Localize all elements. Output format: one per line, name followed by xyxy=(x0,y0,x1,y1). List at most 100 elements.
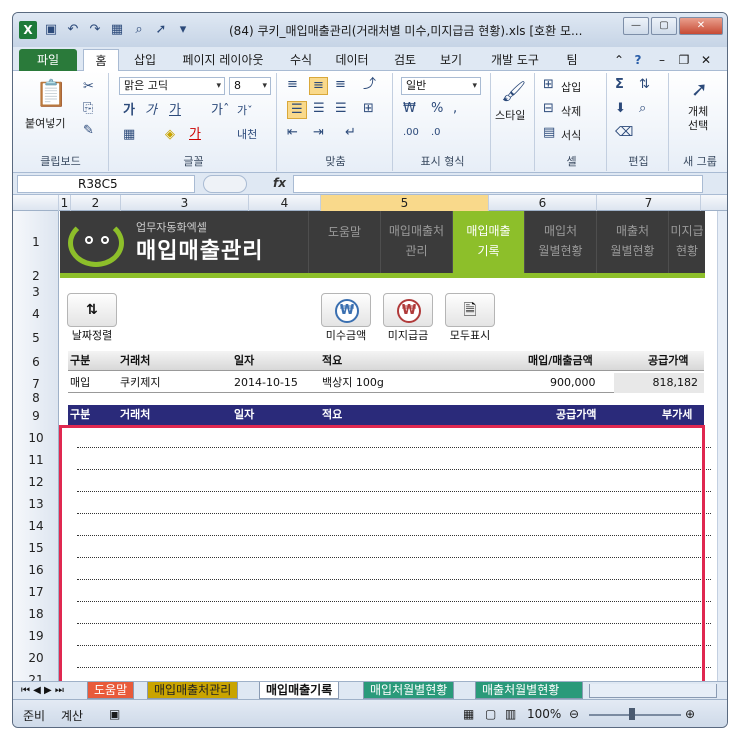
select-objects-icon[interactable]: ➚ xyxy=(691,77,708,101)
doc-restore-icon[interactable]: ❐ xyxy=(675,49,693,71)
doc-close-icon[interactable]: ✕ xyxy=(697,49,715,71)
row-header[interactable]: 16 xyxy=(13,563,59,577)
autosum-icon[interactable]: Σ xyxy=(615,77,624,93)
redo-icon[interactable]: ↷ xyxy=(87,22,103,38)
row-header[interactable]: 4 xyxy=(13,307,59,321)
zoom-slider-thumb[interactable] xyxy=(629,708,635,720)
entry-date[interactable]: 2014-10-15 xyxy=(234,373,298,393)
number-format-combo[interactable]: 일반 xyxy=(401,77,481,95)
entry-type[interactable]: 매입 xyxy=(70,373,90,393)
align-right-icon[interactable]: ☰ xyxy=(335,101,347,117)
entry-supply[interactable]: 818,182 xyxy=(614,373,704,393)
paste-icon[interactable]: 📋 xyxy=(35,79,67,109)
cut-icon[interactable]: ✂ xyxy=(83,79,94,95)
row-header[interactable]: 14 xyxy=(13,519,59,533)
fx-icon[interactable]: fx xyxy=(273,176,286,190)
date-sort-button[interactable]: ⇅ 날짜정렬 xyxy=(67,293,117,343)
vertical-scrollbar[interactable] xyxy=(717,211,727,681)
save-icon[interactable]: ▣ xyxy=(43,22,59,38)
select-all-corner[interactable] xyxy=(13,195,59,211)
column-header[interactable]: 3 xyxy=(121,195,249,211)
sheet-tab-help[interactable]: 도움말 xyxy=(87,682,135,699)
decrease-decimal-icon[interactable]: .0 xyxy=(431,125,441,141)
column-header[interactable]: 4 xyxy=(249,195,321,211)
fill-color-icon[interactable]: ◈ xyxy=(165,127,175,143)
row-header[interactable]: 5 xyxy=(13,331,59,345)
grow-font-icon[interactable]: 가ˆ xyxy=(211,103,229,119)
column-header[interactable]: 1 xyxy=(59,195,71,211)
font-color-icon[interactable]: 가 xyxy=(189,127,201,143)
paste-label[interactable]: 붙여넣기 xyxy=(25,115,65,131)
column-header[interactable]: 6 xyxy=(489,195,597,211)
copy-icon[interactable]: ⎘ xyxy=(83,101,93,117)
align-bottom-icon[interactable]: ≡ xyxy=(335,77,346,93)
tab-page-layout[interactable]: 페이지 레이아웃 xyxy=(171,49,275,71)
tab-file[interactable]: 파일 xyxy=(19,49,77,71)
status-calculate[interactable]: 계산 xyxy=(61,707,83,724)
clear-icon[interactable]: ⌫ xyxy=(615,125,633,141)
zoom-level[interactable]: 100% xyxy=(527,707,561,721)
align-left-icon[interactable]: ☰ xyxy=(287,101,307,119)
column-header[interactable]: 2 xyxy=(71,195,121,211)
row-header[interactable]: 19 xyxy=(13,629,59,643)
ribbon-collapse-icon[interactable]: ⌃ xyxy=(611,49,627,71)
sheet-tab-transaction-record[interactable]: 매입매출기록 xyxy=(259,682,340,699)
sheet-tab-client-management[interactable]: 매입매출처관리 xyxy=(147,682,239,699)
row-header[interactable]: 7 xyxy=(13,377,59,391)
row-header[interactable]: 8 xyxy=(13,391,59,405)
row-header[interactable]: 9 xyxy=(13,409,59,423)
accounting-icon[interactable]: ₩ xyxy=(403,101,416,117)
receivable-button[interactable]: ₩ 미수금액 xyxy=(321,293,371,343)
column-header[interactable]: 5 xyxy=(321,195,489,211)
excel-app-icon[interactable]: X xyxy=(19,21,37,39)
formula-input[interactable] xyxy=(293,175,703,193)
find-icon[interactable]: ⌕ xyxy=(639,101,646,117)
percent-icon[interactable]: % xyxy=(431,101,443,117)
entry-client[interactable]: 쿠키제지 xyxy=(120,373,160,393)
help-icon[interactable]: ? xyxy=(629,49,647,71)
sheet-nav-arrows-icon[interactable]: ⏮ ◀ ▶ ⏭ xyxy=(15,682,70,699)
row-header[interactable]: 17 xyxy=(13,585,59,599)
row-header[interactable]: 15 xyxy=(13,541,59,555)
tab-data[interactable]: 데이터 xyxy=(327,49,377,71)
increase-indent-icon[interactable]: ⇥ xyxy=(313,125,324,141)
border-icon[interactable]: ▦ xyxy=(123,127,135,143)
row-header[interactable]: 11 xyxy=(13,453,59,467)
tab-view[interactable]: 보기 xyxy=(431,49,471,71)
bold-icon[interactable]: 가 xyxy=(123,103,135,119)
doc-minimize-icon[interactable]: – xyxy=(653,49,671,71)
tab-insert[interactable]: 삽입 xyxy=(125,49,165,71)
nav-unpaid-status[interactable]: 미지급 현황 xyxy=(668,211,705,273)
row-header[interactable]: 2 xyxy=(13,269,59,283)
increase-decimal-icon[interactable]: .00 xyxy=(403,125,419,141)
print-preview-icon[interactable]: ⌕ xyxy=(131,22,147,38)
entry-memo[interactable]: 백상지 100g xyxy=(322,373,384,393)
tab-formulas[interactable]: 수식 xyxy=(281,49,321,71)
row-header[interactable]: 13 xyxy=(13,497,59,511)
delete-cells-label[interactable]: 삭제 xyxy=(561,103,581,119)
format-cells-label[interactable]: 서식 xyxy=(561,127,581,143)
page-layout-view-icon[interactable]: ▢ xyxy=(485,707,496,721)
phonetic-icon[interactable]: 내천 xyxy=(237,127,257,143)
tab-team[interactable]: 팀 xyxy=(557,49,587,71)
minimize-button[interactable]: — xyxy=(623,17,649,35)
sheet-tab-purchase-monthly[interactable]: 매입처월별현황 xyxy=(363,682,455,699)
row-header[interactable]: 6 xyxy=(13,355,59,369)
sort-filter-icon[interactable]: ⇅ xyxy=(639,77,650,93)
nav-sales-monthly[interactable]: 매출처 월별현황 xyxy=(596,211,668,273)
sheet-tab-sales-monthly[interactable]: 매출처월별현황 xyxy=(475,682,583,699)
merge-icon[interactable]: ⊞ xyxy=(363,101,374,117)
payable-button[interactable]: ₩ 미지급금 xyxy=(383,293,433,343)
nav-client-management[interactable]: 매입매출처 관리 xyxy=(380,211,452,273)
row-header[interactable]: 20 xyxy=(13,651,59,665)
orientation-icon[interactable]: ⤴ xyxy=(363,77,376,93)
horizontal-scrollbar[interactable] xyxy=(589,684,717,698)
italic-icon[interactable]: 가 xyxy=(145,103,157,119)
wrap-text-icon[interactable]: ↵ xyxy=(345,125,356,141)
zoom-in-icon[interactable]: ⊕ xyxy=(685,707,695,721)
undo-icon[interactable]: ↶ xyxy=(65,22,81,38)
insert-cells-icon[interactable]: ⊞ xyxy=(543,77,554,93)
maximize-button[interactable]: ▢ xyxy=(651,17,677,35)
tab-home[interactable]: 홈 xyxy=(83,49,119,71)
cursor-icon[interactable]: ➚ xyxy=(153,22,169,38)
